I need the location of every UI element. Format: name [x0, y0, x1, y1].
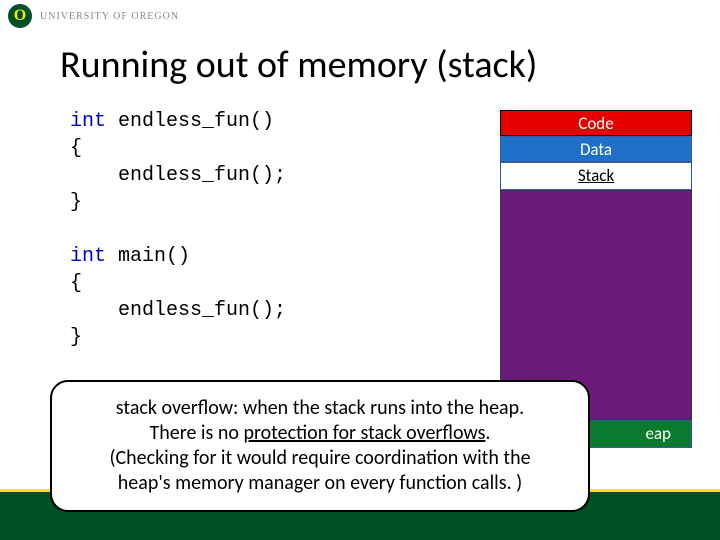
- segment-data: Data: [500, 136, 692, 162]
- segment-heap-label: eap: [645, 423, 671, 444]
- code-sample: int endless_fun() { endless_fun(); } int…: [70, 108, 286, 351]
- fn-signature: endless_fun(): [106, 110, 274, 133]
- header: O UNIVERSITY OF OREGON: [0, 0, 720, 32]
- keyword-int: int: [70, 245, 106, 268]
- uo-logo: O: [8, 4, 32, 28]
- slide-title: Running out of memory (stack): [60, 42, 700, 88]
- keyword-int: int: [70, 110, 106, 133]
- fn-signature: main(): [106, 245, 190, 268]
- university-name: UNIVERSITY OF OREGON: [40, 11, 179, 22]
- callout-line-2: There is no protection for stack overflo…: [72, 421, 568, 446]
- segment-code: Code: [500, 110, 692, 136]
- brace-close: }: [70, 326, 82, 349]
- logo-letter: O: [14, 7, 26, 25]
- fn-call: endless_fun();: [70, 299, 286, 322]
- brace-close: }: [70, 191, 82, 214]
- callout-line-3: (Checking for it would require coordinat…: [72, 446, 568, 471]
- callout-line-1: stack overflow: when the stack runs into…: [72, 396, 568, 421]
- fn-call: endless_fun();: [70, 164, 286, 187]
- callout-underline: protection for stack overflows: [243, 421, 485, 445]
- brace-open: {: [70, 272, 82, 295]
- slide: O UNIVERSITY OF OREGON Running out of me…: [0, 0, 720, 540]
- brace-open: {: [70, 137, 82, 160]
- callout-box: stack overflow: when the stack runs into…: [50, 380, 590, 512]
- segment-stack: Stack: [500, 162, 692, 190]
- callout-line-4: heap's memory manager on every function …: [72, 471, 568, 496]
